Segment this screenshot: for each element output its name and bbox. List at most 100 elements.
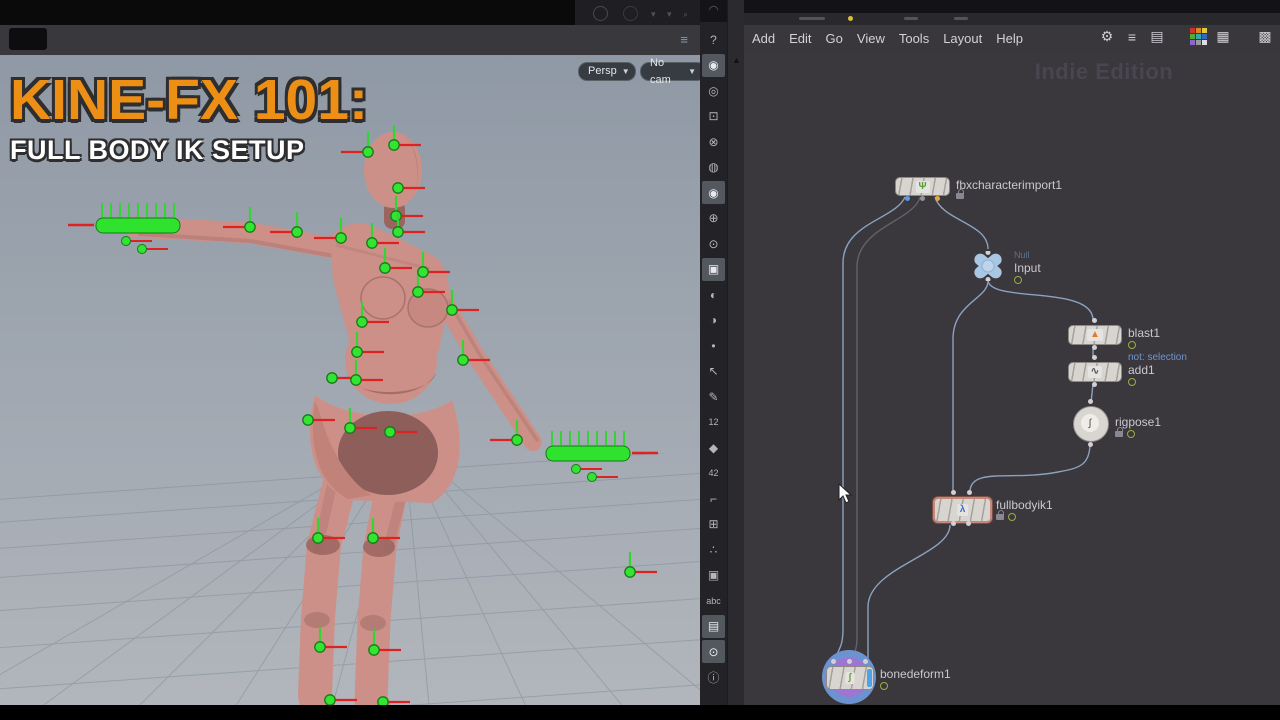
menu-tools[interactable]: Tools [899,31,929,46]
location-pin-icon[interactable]: ⊙ [702,640,725,663]
info-icon[interactable]: ⓘ [702,666,725,689]
display-flag[interactable] [867,669,872,687]
palette-cell [1202,40,1207,45]
node-bonedeform1[interactable]: ∫ bonedeform1 [822,650,951,704]
grid-view-icon[interactable]: ▦ [1214,28,1232,45]
node-label: add1 [1128,363,1155,377]
camera-view-icon[interactable]: ▣ [702,257,725,281]
node-blast1[interactable]: ▲ blast1 not: selection [1068,318,1187,363]
node-body[interactable]: Ψ [895,177,950,196]
snapshot-icon[interactable]: ▤ [702,614,725,638]
point-numbers-icon[interactable]: 12 [702,411,725,434]
node-input-dot[interactable] [1087,399,1093,404]
node-type-icon: ∿ [1087,366,1103,378]
help-icon[interactable]: ? [702,28,725,51]
node-input-dot[interactable] [863,659,868,664]
node-fbxcharacterimport1[interactable]: Ψfbxcharacterimport1 [895,177,1062,201]
node-label: blast1 [1128,326,1161,340]
menu-go[interactable]: Go [826,31,843,46]
rigpose-node-body[interactable]: ∫ [1073,406,1109,442]
tree-view-icon[interactable]: ≡ [1123,29,1141,45]
node-rigpose1[interactable]: ∫ rigpose1 [1073,399,1161,447]
node-input-dot[interactable] [1092,318,1097,323]
node-input-dot[interactable] [1092,355,1097,360]
node-body[interactable]: ∿ [1068,362,1122,382]
chevron-down-icon: ▾ [651,9,656,19]
node-add1[interactable]: ∿ add1 [1068,355,1155,387]
node-output-dot[interactable] [951,521,956,526]
node-output-dot[interactable] [1092,345,1097,350]
text-abc-icon[interactable]: abc [702,589,725,612]
palette-icon[interactable] [1190,28,1207,45]
node-output-dot[interactable] [934,196,940,201]
node-type-icon: ▲ [1087,329,1103,341]
view-mode-icon[interactable]: ◉ [702,53,725,77]
node-type-icon: λ [956,504,969,516]
extra-panel-icon[interactable]: ▩ [1256,28,1274,45]
eye-hand-icon[interactable]: ◐ [702,283,725,306]
node-output-dot[interactable] [1087,442,1093,447]
3d-viewport[interactable]: KINE-FX 101: FULL BODY IK SETUP Persp ▼ … [0,55,700,705]
node-input[interactable]: Null Input [970,250,1041,286]
select-arrow-icon[interactable]: ↖ [702,360,725,383]
toolbar-black-button[interactable] [9,28,47,50]
node-input-dot[interactable] [847,659,852,664]
node-input-dot[interactable] [966,490,972,495]
bypass-ring-icon [880,682,888,690]
pivot-icon[interactable]: ⊙ [702,232,725,255]
group-circle-icon[interactable]: ▣ [702,564,725,587]
bypass-ring-icon [1128,378,1136,386]
lock-icon [956,189,964,199]
viewport-side-toolbar: ◠ ? ◉ ◎ ⊡ ⊗ ◍ ◉ ⊕ ⊙ ▣ ◐ ◑ • ↖ ✎ 12 ◆ 42 ⌐ ⊞ ∴ ▣ abc ▤ ⊙ ⓘ [700,0,727,705]
menu-layout[interactable]: Layout [943,31,982,46]
node-badges [996,510,1016,521]
node-badges [880,682,888,690]
eye-brush-icon[interactable]: ◑ [702,309,725,332]
persp-view-dropdown[interactable]: Persp ▼ [578,62,636,81]
pin-icon[interactable]: ✎ [702,385,725,408]
network-canvas[interactable]: Indie Edition Ψfbxcharacterimport1 Null In… [744,51,1280,705]
menu-edit[interactable]: Edit [789,31,811,46]
light-off-icon[interactable]: ⊗ [702,130,725,153]
node-input-dot[interactable] [950,490,956,495]
axis-icon[interactable]: ∴ [702,538,725,561]
scroll-up-icon[interactable]: ▲ [732,55,741,65]
ruler-icon[interactable]: ⌐ [702,487,725,510]
light-small-icon[interactable]: ⊕ [702,207,725,230]
node-body[interactable]: ▲ [1068,325,1122,345]
tools-icon[interactable]: ⚙ [1098,28,1116,45]
viewport-toolbar-row: ≡ [0,25,700,56]
node-output-dot[interactable] [1092,382,1097,387]
headlight-icon[interactable]: ◉ [702,181,725,204]
node-output-dot[interactable] [904,196,910,201]
node-input-dot[interactable] [831,659,836,664]
node-label: Input [1014,261,1041,275]
display-options-icon[interactable]: ≡ [680,32,688,47]
camera-dropdown[interactable]: No cam ▼ [640,57,700,86]
node-body[interactable]: λ [933,497,992,523]
menu-view[interactable]: View [857,31,885,46]
prim-numbers-icon[interactable]: 42 [702,462,725,485]
menu-add[interactable]: Add [752,31,775,46]
list-view-icon[interactable]: ▤ [1148,28,1166,45]
lock-handle-icon[interactable]: ⊡ [702,105,725,128]
node-fullbodyik1[interactable]: λ fullbodyik1 [933,490,1053,526]
pane-divider-strip[interactable]: ▲ [727,0,745,705]
bypass-ring-icon [1127,430,1135,438]
menu-help[interactable]: Help [996,31,1023,46]
objects-icon[interactable]: ◎ [702,79,725,102]
null-node-shape[interactable] [970,250,1006,282]
node-output-dot[interactable] [919,196,925,201]
dot-icon[interactable]: • [702,334,725,357]
node-output-dot[interactable] [966,521,971,526]
toolbar-circle-icon [593,6,608,21]
brush-icon[interactable]: ◆ [702,436,725,459]
menu-list: Add Edit Go View Tools Layout Help [744,31,1023,46]
node-body[interactable]: ∫ [826,666,874,690]
node-subtype-label: Null [1014,250,1030,260]
node-badges [1014,276,1022,284]
bottom-letterbox-bar [0,705,1280,720]
viewport-top-toolbar-fragment: ▾ ▾ ⌕ [575,0,700,25]
selection-box-icon[interactable]: ⊞ [702,513,725,536]
material-sphere-icon[interactable]: ◍ [702,156,725,179]
